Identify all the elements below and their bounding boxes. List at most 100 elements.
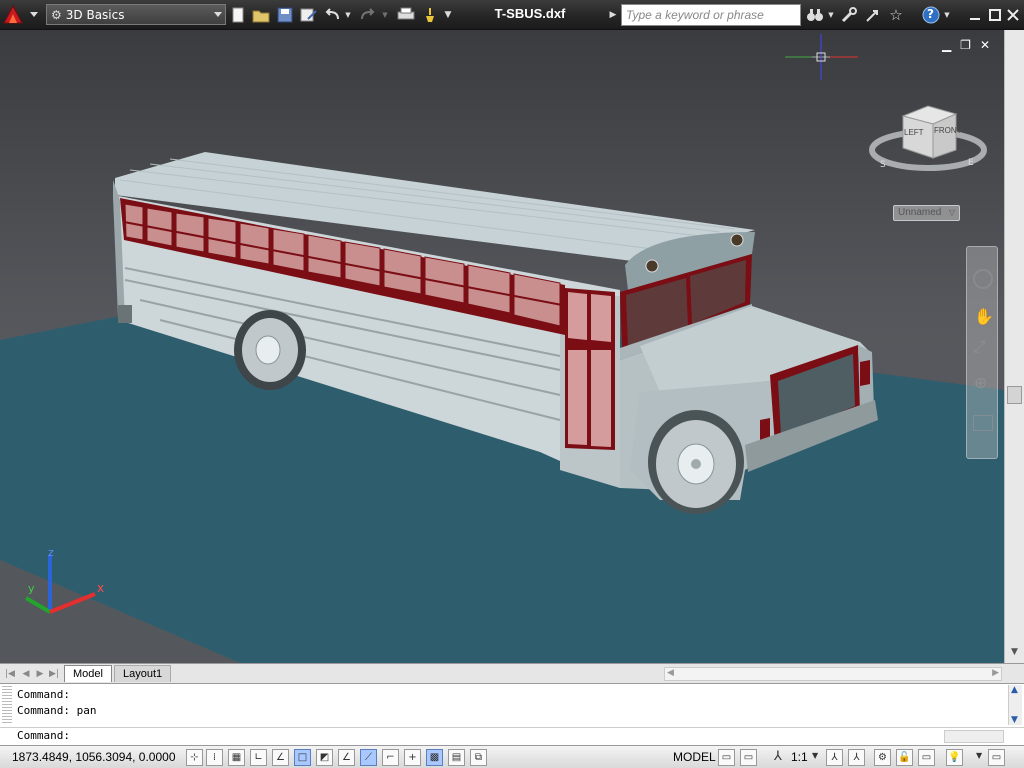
drawing-viewport[interactable]: x y z ▁ ❐ ✕ LEFT FRONT S E Unnamed ▽ ✋ ⤢… [0, 30, 1004, 663]
orbit-icon[interactable]: ⊕ [974, 373, 987, 392]
match-properties-icon[interactable] [422, 5, 438, 25]
gear-icon: ⚙ [51, 7, 62, 22]
search-options-dropdown-icon[interactable]: ▼ [826, 5, 836, 25]
subscription-wrench-icon[interactable] [840, 5, 858, 25]
command-input-row[interactable]: Command: [0, 727, 1024, 745]
annotation-scale-value[interactable]: 1:1 [791, 750, 808, 764]
grid-display-icon[interactable]: ▦ [228, 749, 245, 766]
command-hscroll[interactable] [944, 730, 1004, 743]
ortho-mode-icon[interactable]: ∟ [250, 749, 267, 766]
object-snap-tracking-icon[interactable]: ∠ [338, 749, 355, 766]
application-menu-button[interactable] [0, 0, 44, 30]
hardware-acceleration-icon[interactable]: ▭ [918, 749, 935, 766]
viewport-minimize-icon[interactable]: ▁ [942, 38, 951, 52]
open-folder-icon[interactable] [252, 5, 270, 25]
status-menu-dropdown-icon[interactable]: ▼ [976, 751, 982, 760]
scroll-thumb[interactable] [1007, 386, 1022, 404]
quick-view-layouts-icon[interactable]: ▭ [718, 749, 735, 766]
scroll-down-arrow-icon[interactable]: ▼ [1007, 647, 1022, 661]
undo-dropdown-icon[interactable]: ▼ [343, 5, 353, 25]
object-snap-icon[interactable]: □ [294, 749, 311, 766]
pan-hand-icon[interactable]: ✋ [974, 307, 994, 326]
infer-constraints-icon[interactable]: ⊹ [186, 749, 203, 766]
lineweight-icon[interactable]: + [404, 749, 421, 766]
horizontal-scrollbar[interactable]: ◀ ▶ [664, 667, 1002, 681]
command-history-line: Command: pan [17, 704, 97, 717]
dynamic-input-icon[interactable]: ⌐ [382, 749, 399, 766]
save-as-icon[interactable] [300, 5, 318, 25]
coordinate-display[interactable]: 1873.4849, 1056.3094, 0.0000 [12, 750, 176, 764]
3d-object-snap-icon[interactable]: ◩ [316, 749, 333, 766]
viewcube-front-face[interactable]: FRONT [934, 126, 962, 135]
vertical-scrollbar[interactable]: ▼ [1004, 30, 1024, 663]
expand-arrow-icon[interactable]: ▶ [608, 5, 618, 25]
steering-wheel-icon[interactable] [973, 269, 993, 289]
binoculars-icon[interactable] [806, 5, 824, 25]
named-view-label: Unnamed [898, 207, 942, 218]
save-icon[interactable] [277, 5, 293, 25]
workspace-switching-gear-icon[interactable]: ⚙ [874, 749, 891, 766]
transparency-icon[interactable]: ▩ [426, 749, 443, 766]
polar-tracking-icon[interactable]: ∠ [272, 749, 289, 766]
maximize-window-icon[interactable] [988, 5, 1002, 25]
command-window-grip[interactable] [2, 686, 12, 724]
command-line-window: Command: Command: pan ▲ ▼ Command: [0, 683, 1024, 745]
scroll-down-arrow-icon[interactable]: ▼ [1011, 715, 1018, 725]
quick-properties-icon[interactable]: ▤ [448, 749, 465, 766]
annotation-visibility-icon[interactable]: ⅄ [826, 749, 843, 766]
scroll-up-arrow-icon[interactable]: ▲ [1011, 685, 1018, 695]
last-tab-icon[interactable]: ▶| [48, 668, 60, 680]
command-history-line: Command: [17, 688, 70, 701]
named-view-dropdown[interactable]: Unnamed ▽ [893, 205, 960, 221]
customize-toolbar-icon[interactable]: ▼ [442, 5, 454, 25]
selection-cycling-icon[interactable]: ⧉ [470, 749, 487, 766]
first-tab-icon[interactable]: |◀ [4, 668, 16, 680]
viewcube-left-face[interactable]: LEFT [904, 128, 924, 137]
undo-icon[interactable] [324, 5, 342, 25]
viewport-restore-icon[interactable]: ❐ [960, 38, 971, 52]
svg-text:x: x [97, 581, 104, 595]
showmotion-icon[interactable] [973, 415, 993, 431]
svg-text:y: y [28, 582, 35, 595]
compass-south-label: S [880, 160, 886, 170]
command-prompt[interactable]: Command: [17, 729, 70, 742]
search-input[interactable] [621, 4, 801, 26]
model-space-toggle[interactable]: MODEL [673, 750, 716, 764]
redo-icon[interactable] [358, 5, 376, 25]
isolate-objects-lightbulb-icon[interactable]: 💡 [946, 749, 963, 766]
snap-mode-icon[interactable]: ⁞ [206, 749, 223, 766]
scroll-right-arrow-icon[interactable]: ▶ [992, 668, 999, 678]
prev-tab-icon[interactable]: ◀ [20, 668, 32, 680]
model-scene: x y z [0, 34, 1004, 663]
next-tab-icon[interactable]: ▶ [34, 668, 46, 680]
close-window-icon[interactable] [1006, 5, 1020, 25]
quick-view-drawings-icon[interactable]: ▭ [740, 749, 757, 766]
autoscale-icon[interactable]: ⅄ [848, 749, 865, 766]
workspace-dropdown[interactable]: ⚙ 3D Basics [46, 4, 226, 25]
scale-dropdown-icon[interactable]: ▼ [812, 751, 818, 760]
annotation-scale-icon[interactable]: ⅄ [774, 749, 782, 764]
viewport-close-icon[interactable]: ✕ [980, 38, 990, 52]
viewcube[interactable]: LEFT FRONT [898, 102, 962, 162]
command-history-scrollbar[interactable]: ▲ ▼ [1008, 685, 1022, 725]
toolbar-lock-icon[interactable]: 🔓 [896, 749, 913, 766]
layout-tabs-bar: |◀ ◀ ▶ ▶| Model Layout1 ◀ ▶ [0, 663, 1024, 683]
compass-east-label: E [968, 158, 974, 168]
tab-layout1[interactable]: Layout1 [114, 665, 172, 682]
favorites-star-icon[interactable]: ☆ [887, 5, 905, 25]
viewport-window-controls: ▁ ❐ ✕ [942, 38, 990, 52]
plot-icon[interactable] [396, 5, 416, 25]
new-file-icon[interactable] [230, 5, 246, 25]
tab-model[interactable]: Model [64, 665, 112, 682]
scroll-left-arrow-icon[interactable]: ◀ [667, 668, 674, 678]
crosshair-cursor [785, 34, 858, 80]
dynamic-ucs-icon[interactable]: ⟋ [360, 749, 377, 766]
communication-center-icon[interactable] [864, 5, 882, 25]
clean-screen-icon[interactable]: ▭ [988, 749, 1005, 766]
minimize-window-icon[interactable] [968, 5, 982, 25]
zoom-extents-icon[interactable]: ⤢ [973, 337, 986, 357]
document-title: T-SBUS.dxf [494, 6, 566, 21]
help-dropdown-icon[interactable]: ▼ [942, 5, 952, 25]
redo-dropdown-icon[interactable]: ▼ [380, 5, 390, 25]
help-button[interactable]: ? [922, 5, 940, 25]
